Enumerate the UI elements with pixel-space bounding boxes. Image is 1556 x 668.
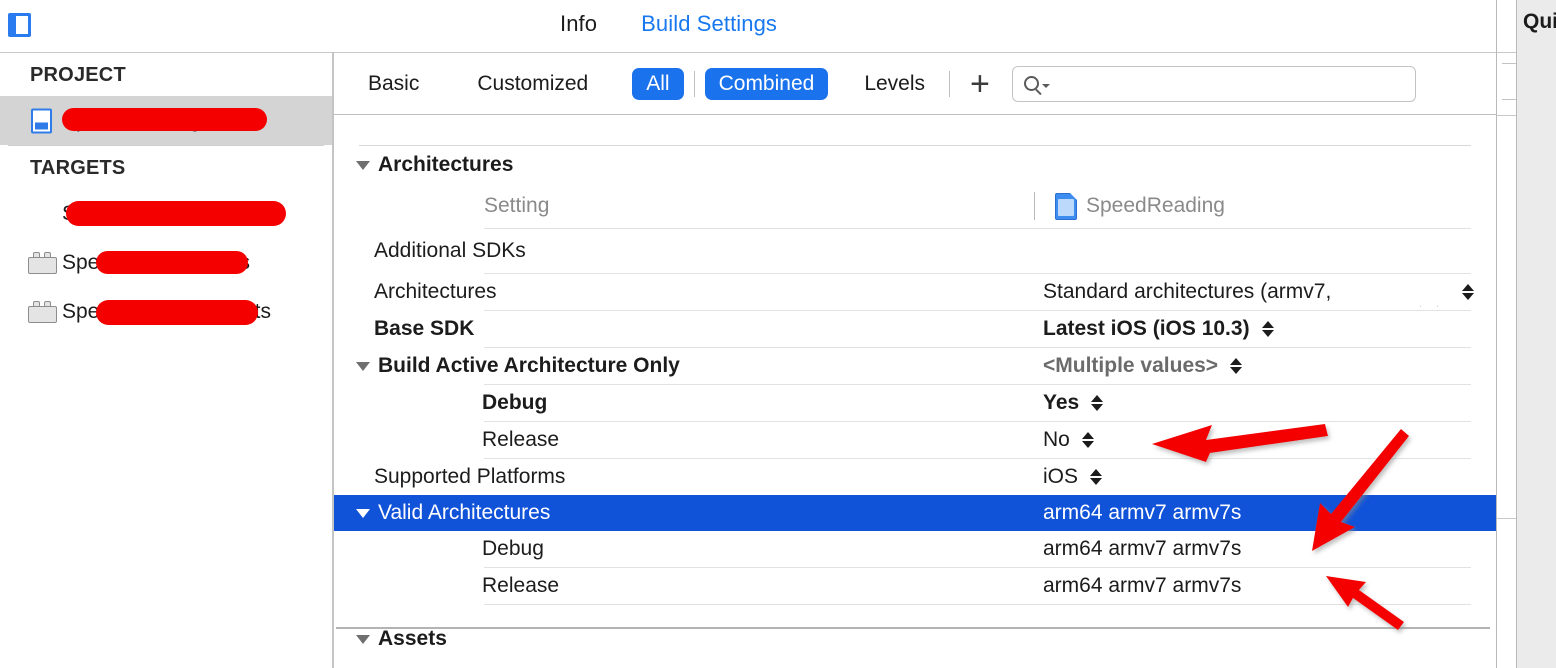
filter-customized[interactable]: Customized [463,68,602,100]
sidebar-item-label: SpeedReadingUITests [62,299,271,323]
setting-name: Debug [482,537,544,560]
table-row[interactable]: Debug arm64 armv7 armv7s [334,531,1496,567]
editor-tabs: Info Build Settings [560,11,777,37]
sidebar-item-project-speedreading[interactable]: SpeedReading [0,96,332,145]
settings-group-architectures[interactable]: Architectures [334,146,1496,184]
column-header-setting: Setting [484,194,550,217]
setting-value[interactable]: iOS [1034,465,1496,489]
chevron-down-icon[interactable] [1041,83,1050,88]
settings-group-label: Assets [378,629,447,649]
build-settings-table: Architectures Setting SpeedReading Addit… [333,115,1496,668]
setting-value-text: No [1043,428,1070,451]
disclosure-triangle-icon[interactable] [356,160,370,170]
filter-basic[interactable]: Basic [354,68,433,100]
sidebar-group-targets: TARGETS [30,157,126,179]
setting-name: Release [482,574,560,597]
quick-help-panel: Qui [1516,0,1556,668]
quick-help-title: Qui [1523,10,1556,33]
value-stepper[interactable] [1091,395,1104,411]
setting-name: Additional SDKs [374,239,526,262]
table-row[interactable]: Debug Yes [334,385,1496,421]
tab-build-settings[interactable]: Build Settings [641,11,777,37]
add-divider [949,70,951,97]
build-settings-filter-bar: Basic Customized All Combined Levels + [333,53,1496,115]
filter-levels[interactable]: Levels [850,68,939,100]
setting-value-text: iOS [1043,465,1079,488]
value-stepper[interactable] [1462,284,1474,300]
setting-value-text: <Multiple values> [1043,354,1219,377]
setting-value[interactable]: Yes [1034,391,1496,415]
value-stepper[interactable] [1261,321,1274,337]
column-header-target: SpeedReading [1034,192,1496,220]
panel-toggle-icon[interactable] [7,11,32,38]
setting-name: Base SDK [374,317,475,340]
setting-value[interactable]: Latest iOS (iOS 10.3) [1034,317,1496,341]
table-row[interactable]: Additional SDKs [334,229,1496,273]
search-input[interactable] [1011,65,1416,102]
value-stepper[interactable] [1081,432,1094,448]
test-bundle-icon [28,251,57,274]
search-icon [1023,76,1039,91]
setting-name-wrap: Valid Architectures [334,501,1034,525]
column-header-target-label: SpeedReading [1086,194,1225,217]
panel-toggle-glyph [8,12,31,37]
filter-combined[interactable]: Combined [704,67,829,100]
table-row[interactable]: Architectures Standard architectures (ar… [334,274,1496,310]
sidebar-item-target-uitests[interactable]: SpeedReadingUITests [0,287,332,336]
test-bundle-icon [28,300,57,323]
setting-value[interactable]: arm64 armv7 armv7s [1034,501,1496,525]
value-stepper[interactable] [1230,358,1243,374]
disclosure-triangle-icon[interactable] [356,634,370,644]
table-row[interactable]: Supported Platforms iOS [334,459,1496,495]
project-targets-sidebar: PROJECT SpeedReading TARGETS SpeedReadin… [0,53,333,668]
table-row[interactable]: Release No [334,422,1496,458]
toolbar: Info Build Settings [0,0,1496,53]
setting-name: Build Active Architecture Only [378,354,680,377]
sidebar-item-label: SpeedReadingTests [62,250,250,274]
tab-info[interactable]: Info [560,11,597,37]
setting-name: Debug [482,391,548,414]
table-row[interactable]: Base SDK Latest iOS (iOS 10.3) [334,311,1496,347]
sidebar-group-project: PROJECT [30,64,126,86]
setting-value[interactable]: No [1034,428,1496,452]
setting-value[interactable]: arm64 armv7 armv7s [1034,574,1496,598]
setting-value-text: Yes [1043,391,1080,414]
sidebar-item-label: SpeedReading [62,201,201,225]
filter-divider [693,70,695,97]
settings-group-assets[interactable]: Assets [334,629,1496,649]
disclosure-triangle-icon[interactable] [356,361,370,371]
filter-all[interactable]: All [632,67,684,100]
settings-group-label: Architectures [378,153,514,176]
table-row[interactable]: Release arm64 armv7 armv7s [334,568,1496,604]
table-row[interactable]: Build Active Architecture Only <Multiple… [334,348,1496,384]
project-document-icon [1055,192,1077,220]
xcode-build-settings-window: Info Build Settings Basic Customized All… [0,0,1556,668]
disclosure-triangle-icon[interactable] [356,508,370,518]
setting-name: Architectures [374,280,497,303]
setting-name: Release [482,428,560,451]
right-inspector-strip: Qui [1496,0,1556,668]
setting-name: Supported Platforms [374,465,566,488]
add-setting-button[interactable]: + [960,67,1000,101]
setting-name: Valid Architectures [378,501,551,524]
table-row-selected[interactable]: Valid Architectures arm64 armv7 armv7s [334,495,1496,531]
value-overflow-hint: .. [1419,298,1454,310]
value-stepper[interactable] [1090,469,1103,485]
project-document-icon [31,108,52,133]
setting-name-wrap: Build Active Architecture Only [334,354,1034,378]
table-column-header: Setting SpeedReading [334,184,1496,228]
sidebar-item-target-speedreading[interactable]: SpeedReading [0,189,332,238]
setting-value-text: Latest iOS (iOS 10.3) [1043,317,1250,340]
sidebar-item-label: SpeedReading [62,108,201,132]
setting-value[interactable]: arm64 armv7 armv7s [1034,537,1496,561]
setting-value[interactable]: <Multiple values> [1034,354,1496,378]
sidebar-item-target-tests[interactable]: SpeedReadingTests [0,238,332,287]
